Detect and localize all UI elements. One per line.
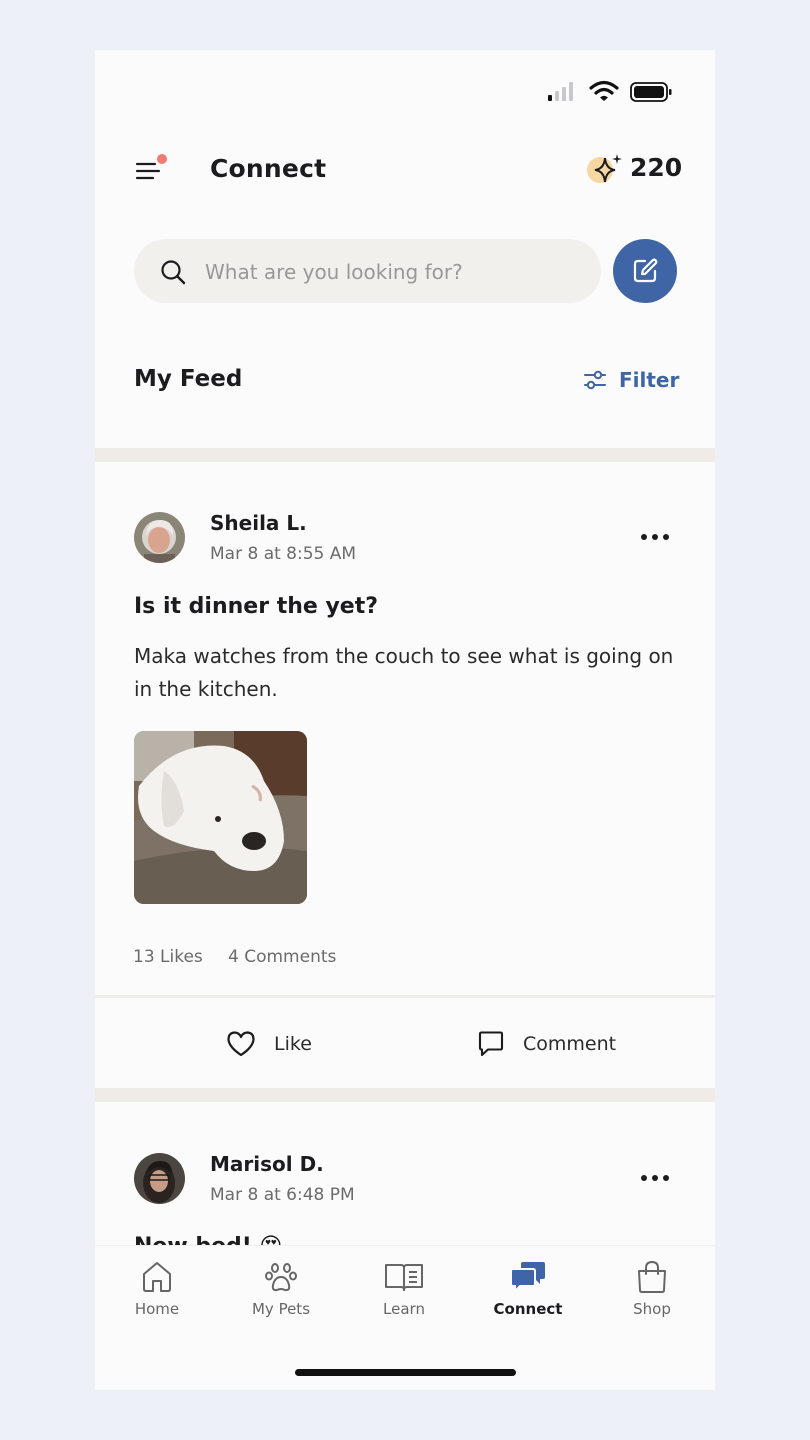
menu-icon[interactable] [133,155,173,185]
edit-icon [633,258,658,283]
filter-button[interactable]: Filter [583,368,679,392]
like-button[interactable]: Like [226,1030,312,1058]
post-author[interactable]: Marisol D. [210,1152,324,1176]
nav-item-home[interactable]: Home [102,1260,212,1318]
sparkle-points-icon[interactable] [583,150,625,190]
battery-icon [630,82,672,102]
nav-item-my-pets[interactable]: My Pets [226,1260,336,1318]
avatar[interactable] [134,1153,185,1204]
app-screen: Connect 220 My Feed Filter [95,50,715,1390]
signal-icon [548,82,573,101]
nav-item-connect[interactable]: Connect [473,1260,583,1318]
home-icon [143,1262,171,1292]
notification-dot [157,154,167,164]
post-photo[interactable] [134,731,307,904]
paw-icon [265,1263,297,1292]
heart-icon [227,1031,255,1057]
likes-count[interactable]: 13 Likes [133,947,203,967]
post-title: Is it dinner the yet? [134,594,378,619]
wifi-icon [589,80,619,101]
post-author[interactable]: Sheila L. [210,511,307,535]
bag-icon [638,1260,666,1293]
compose-post-button[interactable] [613,239,677,303]
nav-item-learn[interactable]: Learn [349,1260,459,1318]
post-timestamp: Mar 8 at 6:48 PM [210,1185,355,1205]
post-body: Maka watches from the couch to see what … [134,644,674,701]
filter-label: Filter [619,368,680,392]
comment-button[interactable]: Comment [477,1030,616,1058]
comment-label: Comment [523,1033,617,1055]
sliders-icon [584,370,606,390]
points-count[interactable]: 220 [630,153,682,182]
avatar[interactable] [134,512,185,563]
nav-item-shop[interactable]: Shop [597,1260,707,1318]
nav-label: Shop [633,1300,671,1318]
book-icon [385,1264,423,1291]
nav-label: Connect [493,1300,563,1318]
more-options-icon[interactable] [641,534,669,540]
page-title: Connect [210,154,327,183]
comment-icon [478,1031,504,1057]
post-divider [95,995,715,998]
chat-icon [510,1262,545,1294]
nav-label: Learn [383,1300,425,1318]
comments-count[interactable]: 4 Comments [228,947,336,967]
home-indicator[interactable] [295,1369,516,1376]
nav-label: Home [134,1300,180,1318]
feed-title: My Feed [134,366,243,392]
search-input[interactable] [205,255,585,289]
search-icon [161,260,186,285]
post-timestamp: Mar 8 at 8:55 AM [210,544,357,564]
like-label: Like [274,1033,312,1055]
section-divider [95,1088,715,1102]
nav-label: My Pets [251,1300,311,1318]
more-options-icon[interactable] [641,1175,669,1181]
section-divider [95,448,715,462]
